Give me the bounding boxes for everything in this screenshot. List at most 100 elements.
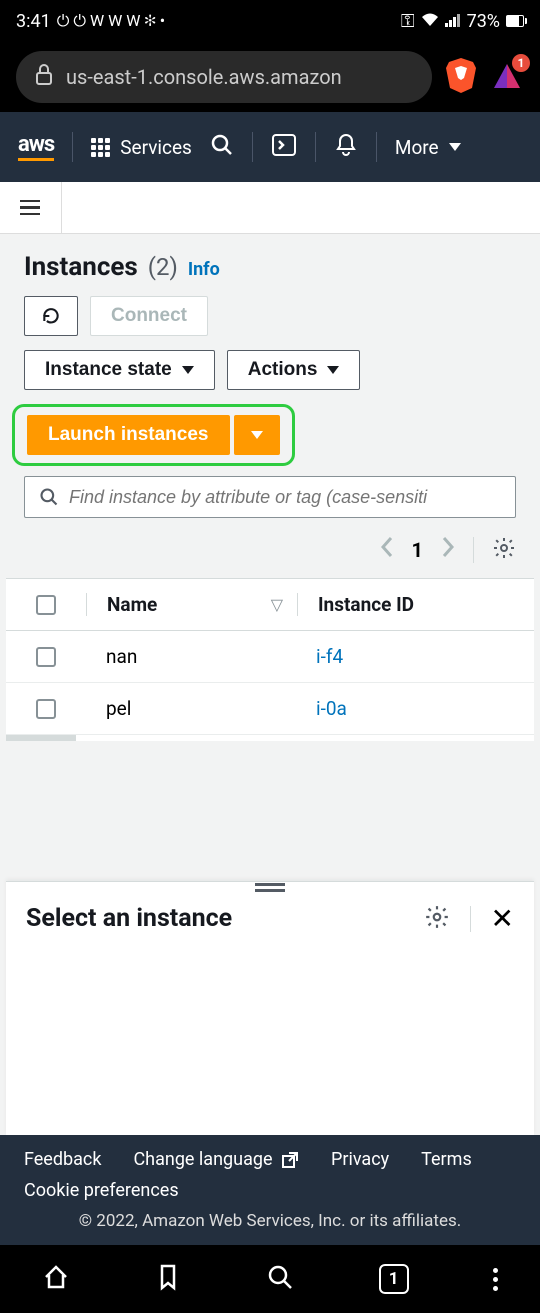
status-bar: 3:41 ⏻ ⏻ W W W ✻ • ⚿ 73% <box>0 0 540 42</box>
prev-page[interactable] <box>380 536 394 564</box>
launch-instances-dropdown[interactable] <box>234 415 280 455</box>
footer-links: Feedback Change language Privacy Terms C… <box>24 1149 516 1201</box>
refresh-button[interactable] <box>24 296 78 336</box>
aws-logo[interactable]: aws <box>18 134 54 161</box>
table-row[interactable]: nan i-f4 <box>6 631 534 683</box>
chevron-down-icon <box>182 366 194 374</box>
horizontal-scrollbar[interactable] <box>6 735 76 741</box>
instance-id-header[interactable]: Instance ID <box>318 593 414 616</box>
sub-bar <box>0 182 540 234</box>
services-menu[interactable]: Services <box>91 136 192 159</box>
next-page[interactable] <box>441 536 455 564</box>
wifi-icon <box>421 11 439 32</box>
chevron-down-icon <box>251 431 263 439</box>
cookies-link[interactable]: Cookie preferences <box>24 1180 179 1201</box>
nav-divider <box>72 132 73 162</box>
terms-link[interactable]: Terms <box>421 1149 472 1170</box>
privacy-link[interactable]: Privacy <box>331 1149 389 1170</box>
notification-badge: 1 <box>512 54 530 72</box>
row-checkbox[interactable] <box>36 647 56 667</box>
tabs-button[interactable]: 1 <box>379 1264 409 1294</box>
nav-divider <box>315 132 316 162</box>
search-icon[interactable] <box>266 1263 294 1295</box>
detail-panel: Select an instance ✕ <box>6 881 534 1135</box>
status-right: ⚿ 73% <box>401 11 524 32</box>
search-icon[interactable] <box>210 133 234 161</box>
browser-address-bar: us-east-1.console.aws.amazon 1 <box>0 42 540 112</box>
address-pill[interactable]: us-east-1.console.aws.amazon <box>16 51 432 103</box>
close-icon[interactable]: ✕ <box>491 902 514 935</box>
aws-footer: Feedback Change language Privacy Terms C… <box>0 1135 540 1245</box>
more-menu[interactable]: More <box>395 136 461 159</box>
panel-divider <box>470 906 471 932</box>
bell-icon[interactable] <box>334 132 358 162</box>
action-button-row: Connect <box>6 296 534 350</box>
nav-divider <box>252 132 253 162</box>
select-all-checkbox[interactable] <box>36 595 56 615</box>
signal-icon <box>445 11 461 32</box>
status-indicator-icons: ⏻ ⏻ W W W ✻ • <box>57 11 165 31</box>
panel-icons: ✕ <box>424 902 514 935</box>
action-button-row-2: Instance state Actions <box>6 350 534 404</box>
info-link[interactable]: Info <box>188 259 220 280</box>
grid-icon <box>91 138 110 157</box>
search-input[interactable] <box>69 487 501 508</box>
gear-icon[interactable] <box>424 904 450 934</box>
pagination: 1 <box>6 530 534 578</box>
current-page: 1 <box>412 538 423 562</box>
battery-percent: 73% <box>467 11 500 32</box>
instance-count: (2) <box>148 253 178 281</box>
menu-icon[interactable] <box>493 1268 498 1291</box>
instances-table: Name ▽ Instance ID nan i-f4 pel i-0a <box>6 578 534 741</box>
cell-instance-id[interactable]: i-f4 <box>296 645 534 668</box>
table-header-row: Name ▽ Instance ID <box>6 578 534 631</box>
vpn-icon: ⚿ <box>401 11 415 32</box>
brave-icon[interactable] <box>444 56 478 98</box>
nav-divider <box>376 132 377 162</box>
panel-drag-handle[interactable] <box>255 880 285 894</box>
page-title-row: Instances (2) Info <box>6 252 534 296</box>
panel-title: Select an instance <box>26 904 232 933</box>
aws-nav-bar: aws Services More <box>0 112 540 182</box>
services-label: Services <box>120 136 192 159</box>
gear-icon[interactable] <box>492 536 516 564</box>
name-header[interactable]: Name <box>107 593 157 616</box>
status-left: 3:41 ⏻ ⏻ W W W ✻ • <box>16 11 165 32</box>
pagination-divider <box>473 537 474 563</box>
page-title: Instances <box>24 252 138 282</box>
external-link-icon <box>281 1151 299 1169</box>
cell-name: nan <box>86 645 296 668</box>
url-text: us-east-1.console.aws.amazon <box>66 65 342 89</box>
launch-highlight-box: Launch instances <box>12 404 295 466</box>
feedback-link[interactable]: Feedback <box>24 1149 101 1170</box>
instance-state-dropdown[interactable]: Instance state <box>24 350 215 390</box>
panel-body <box>26 935 514 1115</box>
sort-icon[interactable]: ▽ <box>271 595 283 614</box>
main-content: Instances (2) Info Connect Instance stat… <box>0 234 540 1135</box>
row-checkbox[interactable] <box>36 699 56 719</box>
battery-icon <box>506 15 524 27</box>
home-icon[interactable] <box>42 1263 70 1295</box>
bookmark-icon[interactable] <box>154 1263 182 1295</box>
lock-icon <box>34 63 54 92</box>
panel-header: Select an instance ✕ <box>26 902 514 935</box>
chevron-down-icon <box>327 366 339 374</box>
actions-dropdown[interactable]: Actions <box>227 350 361 390</box>
hamburger-menu[interactable] <box>12 182 62 233</box>
cell-instance-id[interactable]: i-0a <box>296 697 534 720</box>
app-icon[interactable]: 1 <box>490 58 524 96</box>
change-language-link[interactable]: Change language <box>133 1149 299 1170</box>
search-box[interactable] <box>24 476 516 518</box>
more-label: More <box>395 136 439 159</box>
table-row[interactable]: pel i-0a <box>6 683 534 735</box>
search-row <box>6 476 534 530</box>
connect-button[interactable]: Connect <box>90 296 208 336</box>
cell-name: pel <box>86 697 296 720</box>
clock-time: 3:41 <box>16 11 51 32</box>
browser-bottom-nav: 1 <box>0 1245 540 1313</box>
chevron-down-icon <box>449 143 461 151</box>
search-icon <box>39 487 59 507</box>
copyright-text: © 2022, Amazon Web Services, Inc. or its… <box>24 1211 516 1231</box>
launch-instances-button[interactable]: Launch instances <box>27 415 230 455</box>
cloudshell-icon[interactable] <box>271 132 297 162</box>
